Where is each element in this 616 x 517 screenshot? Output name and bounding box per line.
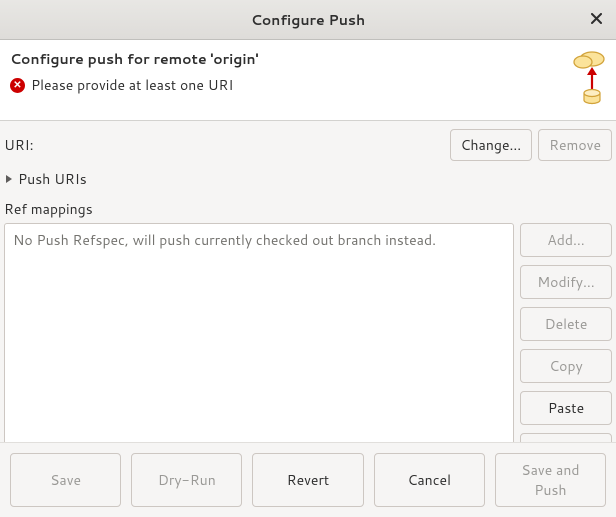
close-icon [591, 11, 602, 28]
modify-button[interactable]: Modify... [520, 265, 612, 299]
refspec-placeholder: No Push Refspec, will push currently che… [13, 230, 436, 250]
revert-button[interactable]: Revert [252, 453, 363, 507]
chevron-right-icon [6, 175, 12, 183]
refspec-side-buttons: Add... Modify... Delete Copy Paste Advan… [520, 223, 612, 469]
delete-button[interactable]: Delete [520, 307, 612, 341]
error-icon: ✕ [10, 78, 25, 93]
cancel-button[interactable]: Cancel [374, 453, 485, 507]
uri-label: URI: [4, 135, 36, 155]
push-uris-label: Push URIs [18, 169, 87, 189]
error-text: Please provide at least one URI [31, 75, 233, 95]
titlebar: Configure Push [0, 0, 616, 40]
paste-button[interactable]: Paste [520, 391, 612, 425]
header-heading: Configure push for remote 'origin' [10, 49, 548, 69]
ref-mappings-area: No Push Refspec, will push currently che… [2, 221, 614, 469]
copy-button[interactable]: Copy [520, 349, 612, 383]
save-and-push-button[interactable]: Save and Push [495, 453, 606, 507]
dialog-body: URI: Change... Remove Push URIs Ref mapp… [0, 121, 616, 469]
header-text: Configure push for remote 'origin' ✕ Ple… [10, 49, 548, 110]
uri-row: URI: Change... Remove [2, 125, 614, 163]
push-uris-expander[interactable]: Push URIs [2, 163, 614, 193]
window-title: Configure Push [251, 10, 365, 30]
header-error: ✕ Please provide at least one URI [10, 75, 548, 95]
close-button[interactable] [584, 8, 608, 32]
add-button[interactable]: Add... [520, 223, 612, 257]
push-icon [548, 49, 606, 110]
ref-mappings-label: Ref mappings [2, 193, 614, 221]
dry-run-button[interactable]: Dry-Run [131, 453, 242, 507]
refspec-list[interactable]: No Push Refspec, will push currently che… [4, 223, 514, 469]
remove-button[interactable]: Remove [538, 129, 612, 161]
dialog-footer: Save Dry-Run Revert Cancel Save and Push [0, 442, 616, 517]
change-button[interactable]: Change... [450, 129, 533, 161]
save-button[interactable]: Save [10, 453, 121, 507]
header-strip: Configure push for remote 'origin' ✕ Ple… [0, 40, 616, 121]
